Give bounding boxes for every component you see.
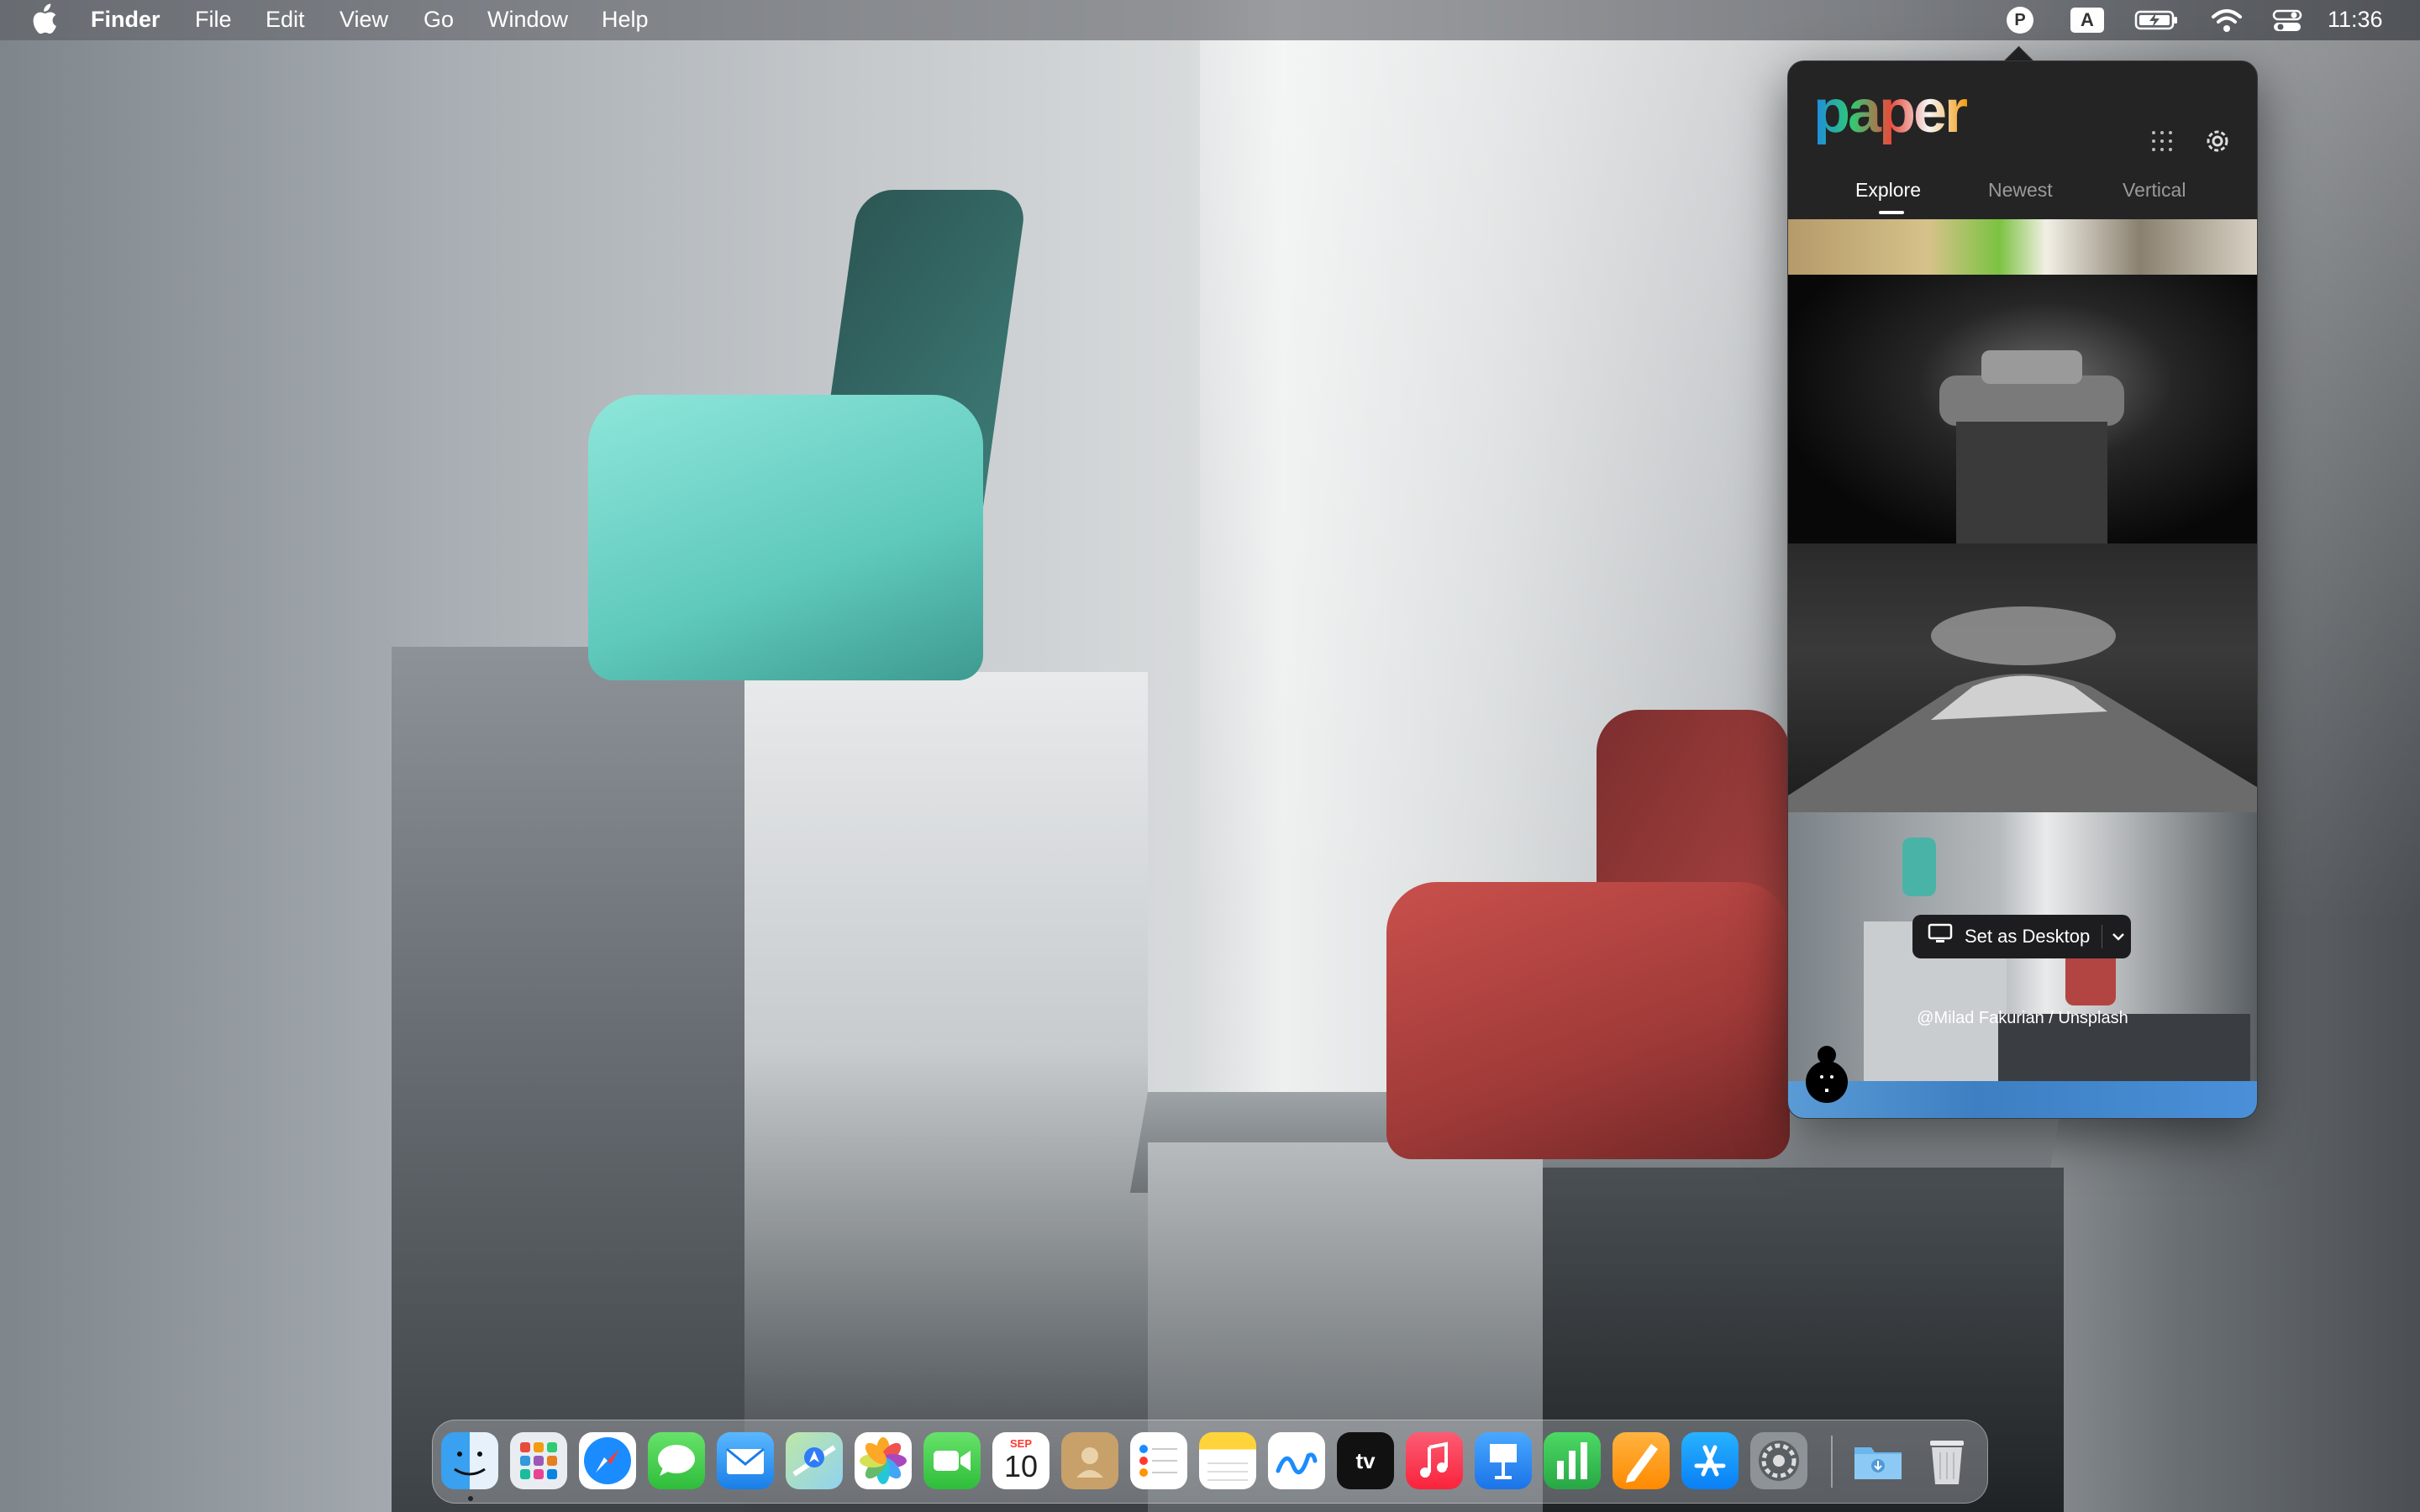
safari-icon[interactable] — [579, 1432, 636, 1489]
wallpaper-thumb-mountain[interactable] — [1788, 543, 2257, 812]
messages-icon[interactable] — [648, 1432, 705, 1489]
dock-separator — [1831, 1436, 1833, 1488]
red-chair-seat — [1386, 882, 1790, 1159]
finder-running-dot — [468, 1496, 473, 1501]
pedestal-left-side — [392, 647, 744, 1512]
keynote-icon[interactable] — [1475, 1432, 1532, 1489]
monitor-icon — [1928, 923, 1953, 950]
input-source-icon[interactable]: A — [2070, 8, 2104, 33]
freeform-icon[interactable] — [1268, 1432, 1325, 1489]
chevron-down-icon[interactable] — [2111, 926, 2126, 948]
trash-icon[interactable] — [1918, 1432, 1975, 1489]
tab-explore[interactable]: Explore — [1855, 179, 1921, 202]
svg-text:paper: paper — [1813, 83, 1967, 145]
calendar-icon[interactable]: SEP 10 — [992, 1432, 1050, 1489]
control-center-icon[interactable] — [2272, 8, 2302, 32]
maps-icon[interactable] — [786, 1432, 843, 1489]
notes-icon[interactable] — [1199, 1432, 1256, 1489]
downloads-folder-icon[interactable] — [1849, 1432, 1907, 1489]
menu-edit[interactable]: Edit — [266, 7, 305, 33]
launchpad-icon[interactable] — [510, 1432, 567, 1489]
finder-icon[interactable] — [441, 1432, 498, 1489]
tab-newest[interactable]: Newest — [1988, 179, 2053, 202]
tab-vertical[interactable]: Vertical — [2123, 179, 2186, 202]
apple-logo-icon[interactable] — [30, 3, 57, 41]
menu-window[interactable]: Window — [487, 7, 568, 33]
mail-icon[interactable] — [717, 1432, 774, 1489]
paper-tray-icon[interactable]: P — [2007, 7, 2033, 34]
teal-chair-seat — [588, 395, 983, 680]
menu-go[interactable]: Go — [424, 7, 454, 33]
wifi-icon[interactable] — [2210, 8, 2242, 32]
cursor-icon — [1800, 1045, 1850, 1104]
system-settings-icon[interactable] — [1750, 1432, 1807, 1489]
menu-bar: Finder File Edit View Go Window Help P A… — [0, 0, 2420, 40]
menu-file[interactable]: File — [195, 7, 232, 33]
gear-icon[interactable] — [2203, 127, 2232, 160]
apple-tv-icon[interactable]: tv — [1337, 1432, 1394, 1489]
paper-popover: paper Explore Newest Vertical Set as Des… — [1787, 60, 2258, 1119]
numbers-icon[interactable] — [1544, 1432, 1601, 1489]
music-icon[interactable] — [1406, 1432, 1463, 1489]
battery-charging-icon[interactable] — [2134, 8, 2177, 32]
clock[interactable]: 11:36 — [2328, 7, 2383, 33]
active-tab-indicator — [1879, 211, 1904, 214]
menu-help[interactable]: Help — [602, 7, 649, 33]
paper-logo: paper — [1813, 78, 2032, 164]
reminders-icon[interactable] — [1130, 1432, 1187, 1489]
wallpaper-thumb-car[interactable] — [1788, 219, 2257, 275]
calendar-month: SEP — [1009, 1437, 1032, 1450]
photos-icon[interactable] — [855, 1432, 912, 1489]
photo-credit[interactable]: @Milad Fakurian / Unsplash — [1788, 1009, 2257, 1028]
pages-icon[interactable] — [1612, 1432, 1670, 1489]
calendar-day: 10 — [1003, 1449, 1039, 1483]
wallpaper-thumb-blue[interactable] — [1788, 1081, 2257, 1118]
contacts-icon[interactable] — [1061, 1432, 1118, 1489]
wallpaper-thumb-tower[interactable] — [1788, 275, 2257, 543]
pedestal-left-front — [744, 672, 1148, 1512]
app-store-icon[interactable] — [1681, 1432, 1739, 1489]
dock: SEP 10 tv — [432, 1420, 1988, 1504]
app-name-menu[interactable]: Finder — [91, 7, 160, 33]
set-as-desktop-label: Set as Desktop — [1965, 926, 2091, 947]
facetime-icon[interactable] — [923, 1432, 981, 1489]
set-as-desktop-button[interactable]: Set as Desktop — [1912, 915, 2131, 958]
menu-view[interactable]: View — [339, 7, 388, 33]
grid-dots-icon[interactable] — [2149, 129, 2175, 158]
